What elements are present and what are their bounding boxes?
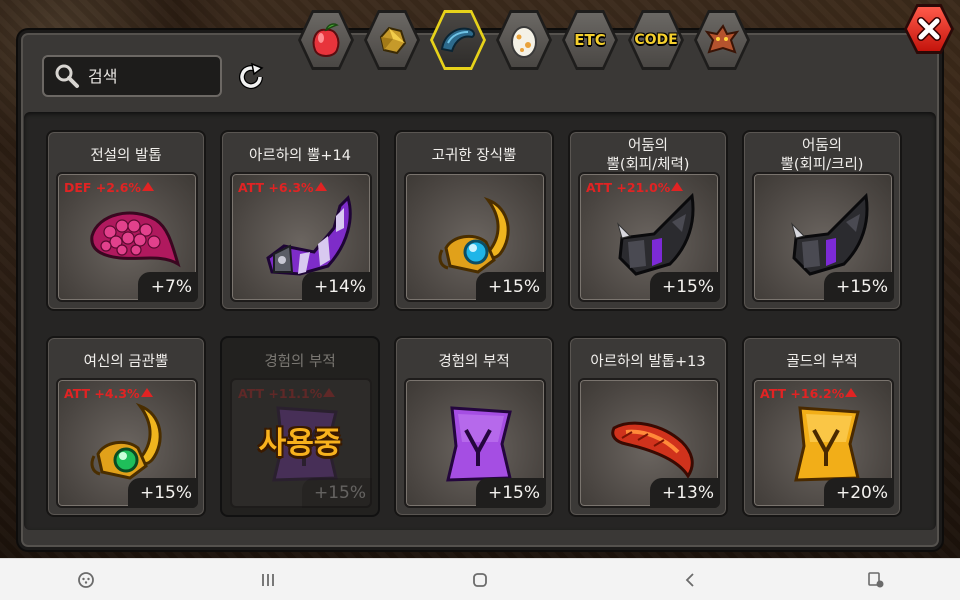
item-frame: +15% [404, 172, 546, 302]
item-name: 고귀한 장식뿔 [431, 147, 517, 164]
item-frame: +15% [404, 378, 546, 508]
item-card[interactable]: 경험의 부적 +15% [394, 336, 554, 517]
item-bonus: +20% [823, 478, 894, 508]
item-bonus: +13% [649, 478, 720, 508]
item-bonus: +15% [475, 478, 546, 508]
tab-ore[interactable] [362, 6, 422, 74]
item-name: 골드의 부적 [786, 353, 858, 370]
category-tabs: ETC CODE [296, 6, 752, 74]
refresh-button[interactable] [234, 60, 268, 94]
search-box [42, 55, 222, 97]
item-bonus: +14% [301, 272, 372, 302]
item-bonus: +15% [301, 478, 372, 508]
item-card[interactable]: 아르하의 뿔+14 ATT +6.3% +14% [220, 130, 380, 311]
item-name: 아르하의 뿔+14 [249, 147, 351, 164]
item-card[interactable]: 어둠의 뿔(회피/크리) +15% [742, 130, 902, 311]
tab-horn[interactable] [428, 6, 488, 74]
item-name: 어둠의 뿔(회피/체력) [606, 138, 690, 173]
tab-code[interactable]: CODE [626, 6, 686, 74]
item-bonus: +15% [823, 272, 894, 302]
recent-apps-button[interactable] [254, 567, 282, 593]
item-frame: ATT +6.3% +14% [230, 172, 372, 302]
tab-code-label: CODE [634, 32, 678, 48]
item-frame: DEF +2.6% +7% [56, 172, 198, 302]
refresh-icon [239, 62, 264, 90]
tab-egg[interactable] [494, 6, 554, 74]
item-bonus: +15% [475, 272, 546, 302]
back-button[interactable] [676, 567, 704, 593]
item-frame: ATT +21.0% +15% [578, 172, 720, 302]
recent-apps-icon [262, 574, 274, 586]
egg-icon [511, 26, 537, 58]
screen-mode-button[interactable] [862, 567, 890, 593]
back-icon [685, 573, 694, 587]
dragon-icon [704, 24, 740, 54]
item-card-in-use[interactable]: 경험의 부적 ATT +11.1% +15% 사용중 [220, 336, 380, 517]
item-bonus: +15% [127, 478, 198, 508]
item-name: 경험의 부적 [264, 353, 336, 370]
item-card[interactable]: 고귀한 장식뿔 +15% [394, 130, 554, 311]
system-navigation-bar [0, 558, 960, 600]
horn-icon [440, 27, 476, 53]
item-card[interactable]: 골드의 부적 ATT +16.2% +20% [742, 336, 902, 517]
tab-etc[interactable]: ETC [560, 6, 620, 74]
tab-dragon[interactable] [692, 6, 752, 74]
item-card[interactable]: 여신의 금관뿔 ATT +4.3% +15% [46, 336, 206, 517]
item-card[interactable]: 아르하의 발톱+13 +13% [568, 336, 728, 517]
item-name: 아르하의 발톱+13 [590, 353, 706, 370]
item-name: 전설의 발톱 [90, 147, 162, 164]
item-name: 여신의 금관뿔 [83, 353, 169, 370]
item-name: 경험의 부적 [438, 353, 510, 370]
item-frame: +15% [752, 172, 894, 302]
game-tools-button[interactable] [72, 567, 100, 593]
close-icon [917, 17, 941, 41]
item-frame: +13% [578, 378, 720, 508]
tab-fruit[interactable] [296, 6, 356, 74]
screen-mode-icon [868, 572, 884, 588]
item-bonus: +7% [138, 272, 198, 302]
item-card[interactable]: 전설의 발톱 DEF +2.6% +7% [46, 130, 206, 311]
tab-etc-label: ETC [574, 31, 606, 49]
home-icon [473, 573, 487, 587]
search-input[interactable] [88, 66, 208, 86]
item-name: 어둠의 뿔(회피/크리) [780, 138, 864, 173]
gold-ore-icon [379, 26, 407, 55]
item-card[interactable]: 어둠의 뿔(회피/체력) ATT +21.0% +15% [568, 130, 728, 311]
item-frame: ATT +4.3% +15% [56, 378, 198, 508]
in-use-label: 사용중 [258, 426, 342, 461]
game-tools-icon [78, 572, 94, 588]
fruit-icon [312, 23, 340, 57]
item-frame: ATT +16.2% +20% [752, 378, 894, 508]
search-icon [55, 64, 79, 88]
home-button[interactable] [466, 567, 494, 593]
item-bonus: +15% [649, 272, 720, 302]
